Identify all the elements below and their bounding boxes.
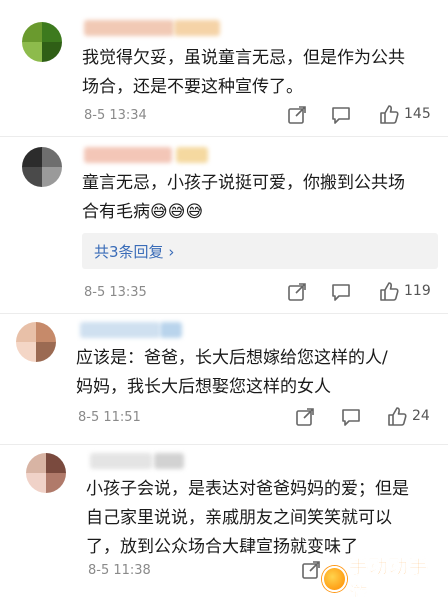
comment-time: 8-5 11:38 <box>88 563 151 578</box>
comment-item: 应该是：爸爸，长大后想嫁给您这样的人/ 妈妈，我长大后想娶您这样的女人 8-5 … <box>0 314 448 444</box>
share-icon[interactable] <box>286 281 308 303</box>
comment-icon[interactable] <box>330 104 352 126</box>
like-count: 24 <box>412 408 430 424</box>
share-icon[interactable] <box>300 559 322 581</box>
username-blurred[interactable] <box>90 453 152 469</box>
watermark-logo: 手动动手游 <box>322 556 442 597</box>
username-blurred <box>154 453 184 469</box>
comment-item: 童言无忌，小孩子说挺可爱，你搬到公共场 合有毛病😅😅😅 共3条回复 › 8-5 … <box>0 137 448 313</box>
like-count: 145 <box>404 106 431 122</box>
username-blurred <box>160 322 182 338</box>
avatar[interactable] <box>22 22 62 62</box>
username-blurred[interactable] <box>84 20 174 36</box>
replies-box[interactable]: 共3条回复 › <box>82 233 438 269</box>
comment-item: 我觉得欠妥，虽说童言无忌，但是作为公共 场合，还是不要这种宣传了。 8-5 13… <box>0 0 448 136</box>
share-icon[interactable] <box>286 104 308 126</box>
like-count: 119 <box>404 283 431 299</box>
comment-text: 小孩子会说，是表达对爸爸妈妈的爱；但是 自己家里说说，亲戚朋友之间笑笑就可以 了… <box>86 479 409 557</box>
watermark-text: 手动动手游 <box>348 556 429 597</box>
avatar[interactable] <box>26 453 66 493</box>
comment-time: 8-5 11:51 <box>78 410 141 425</box>
share-icon[interactable] <box>294 406 316 428</box>
view-replies-link[interactable]: 共3条回复 › <box>94 241 174 262</box>
comment-time: 8-5 13:34 <box>84 108 147 123</box>
username-blurred <box>176 147 208 163</box>
username-blurred[interactable] <box>80 322 160 338</box>
username-blurred <box>174 20 220 36</box>
comment-icon[interactable] <box>330 281 352 303</box>
avatar[interactable] <box>22 147 62 187</box>
thumbs-up-icon[interactable] <box>378 103 400 125</box>
comment-icon[interactable] <box>340 406 362 428</box>
thumbs-up-icon[interactable] <box>378 280 400 302</box>
username-blurred[interactable] <box>84 147 172 163</box>
comment-text: 我觉得欠妥，虽说童言无忌，但是作为公共 场合，还是不要这种宣传了。 <box>82 48 405 97</box>
comment-text: 童言无忌，小孩子说挺可爱，你搬到公共场 合有毛病😅😅😅 <box>82 173 405 222</box>
comment-time: 8-5 13:35 <box>84 285 147 300</box>
comment-text: 应该是：爸爸，长大后想嫁给您这样的人/ 妈妈，我长大后想娶您这样的女人 <box>76 348 388 397</box>
avatar[interactable] <box>16 322 56 362</box>
game-controller-icon <box>322 566 347 592</box>
thumbs-up-icon[interactable] <box>386 405 408 427</box>
